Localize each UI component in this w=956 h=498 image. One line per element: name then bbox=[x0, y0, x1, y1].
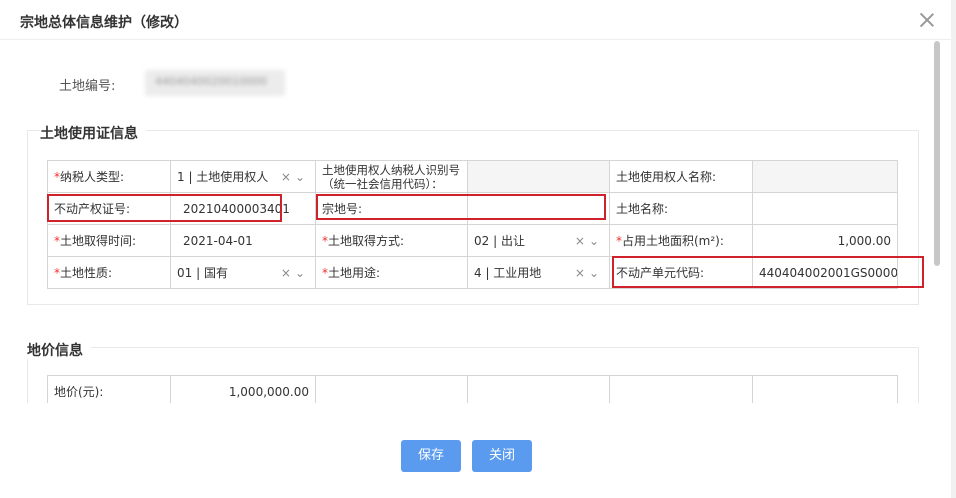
table-row: *土地取得时间: 2021-04-01 *土地取得方式: 02 | 出让 ×⌄ *… bbox=[47, 224, 898, 257]
taxpayer-type-select[interactable]: 1 | 土地使用权人 ×⌄ bbox=[170, 160, 316, 193]
taxid-label: 土地使用权人纳税人识别号 （统一社会信用代码）： bbox=[315, 160, 468, 193]
clear-chevron-icon[interactable]: ×⌄ bbox=[281, 266, 309, 280]
taxpayer-type-label: *纳税人类型: bbox=[47, 160, 171, 193]
land-no-value: 4404040020010000 bbox=[145, 70, 285, 96]
save-button[interactable]: 保存 bbox=[401, 440, 461, 472]
land-nature-label: *土地性质: bbox=[47, 256, 171, 289]
close-icon[interactable] bbox=[917, 10, 937, 30]
land-nature-select[interactable]: 01 | 国有 ×⌄ bbox=[170, 256, 316, 289]
dialog-footer: 保存 关闭 bbox=[0, 440, 956, 480]
price-section-title: 地价信息 bbox=[27, 340, 91, 360]
land-name-label: 土地名称: bbox=[609, 192, 753, 225]
acq-time-input[interactable]: 2021-04-01 bbox=[170, 224, 316, 257]
acq-method-select[interactable]: 02 | 出让 ×⌄ bbox=[467, 224, 610, 257]
acq-method-label: *土地取得方式: bbox=[315, 224, 468, 257]
owner-name-input[interactable] bbox=[752, 160, 898, 193]
highlight-parcel-no bbox=[316, 194, 606, 220]
clear-chevron-icon[interactable]: ×⌄ bbox=[281, 170, 309, 184]
acq-time-label: *土地取得时间: bbox=[47, 224, 171, 257]
area-input[interactable]: 1,000.00 bbox=[752, 224, 898, 257]
owner-name-label: 土地使用权人名称: bbox=[609, 160, 753, 193]
close-button[interactable]: 关闭 bbox=[472, 440, 532, 472]
dialog: 宗地总体信息维护（修改） 土地编号: 4404040020010000 土地使用… bbox=[0, 0, 956, 498]
dialog-header: 宗地总体信息维护（修改） bbox=[0, 0, 956, 40]
land-use-label: *土地用途: bbox=[315, 256, 468, 289]
table-row: *纳税人类型: 1 | 土地使用权人 ×⌄ 土地使用权人纳税人识别号 （统一社会信用… bbox=[47, 160, 898, 193]
land-use-select[interactable]: 4 | 工业用地 ×⌄ bbox=[467, 256, 610, 289]
land-name-input[interactable] bbox=[752, 192, 898, 225]
area-label: *占用土地面积(m²): bbox=[609, 224, 753, 257]
clear-chevron-icon[interactable]: ×⌄ bbox=[575, 234, 603, 248]
land-no-label: 土地编号: bbox=[59, 79, 116, 94]
highlight-unit-code bbox=[612, 256, 924, 288]
highlight-cert-no bbox=[47, 194, 282, 222]
taxid-input[interactable] bbox=[467, 160, 610, 193]
land-cert-section-title: 土地使用证信息 bbox=[40, 123, 146, 143]
clear-chevron-icon[interactable]: ×⌄ bbox=[575, 266, 603, 280]
dialog-title: 宗地总体信息维护（修改） bbox=[20, 15, 188, 31]
scrollbar[interactable] bbox=[934, 41, 940, 266]
